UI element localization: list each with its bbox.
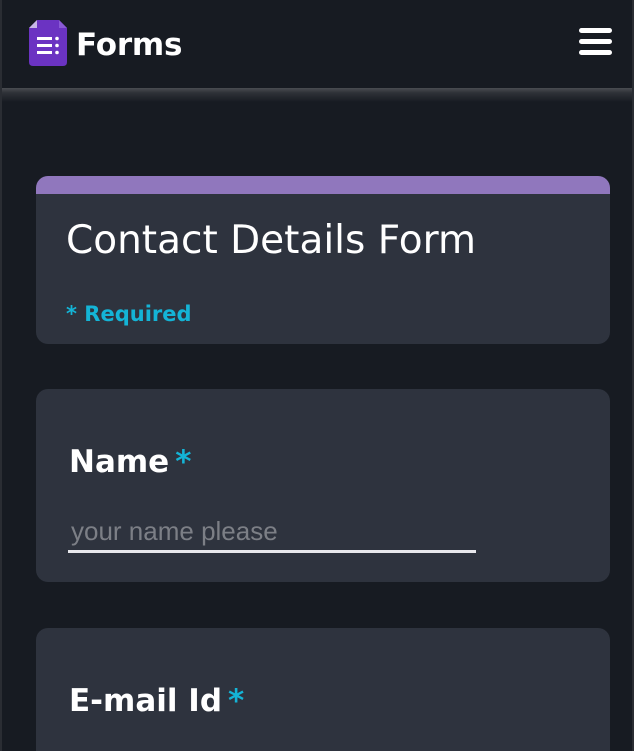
app-title: Forms <box>76 27 183 63</box>
required-star: * <box>228 683 245 719</box>
email-field-label: E-mail Id * <box>69 681 244 721</box>
app-frame: Forms Contact Details Form * Required Na… <box>0 0 634 751</box>
hamburger-menu-icon[interactable] <box>579 26 612 58</box>
name-field-label: Name * <box>69 442 191 482</box>
form-header-card: Contact Details Form * Required <box>36 176 610 344</box>
name-field-card: Name * <box>36 389 610 582</box>
header-shadow <box>2 88 632 102</box>
email-field-card: E-mail Id * <box>36 628 610 751</box>
required-star: * <box>175 444 192 480</box>
required-note: * Required <box>66 302 192 326</box>
forms-logo-icon <box>29 20 67 66</box>
form-accent-bar <box>36 176 610 194</box>
name-label-text: Name <box>69 444 170 480</box>
form-title: Contact Details Form <box>66 218 476 263</box>
app-header: Forms <box>2 0 632 88</box>
name-input[interactable] <box>68 513 476 553</box>
email-label-text: E-mail Id <box>69 683 223 719</box>
